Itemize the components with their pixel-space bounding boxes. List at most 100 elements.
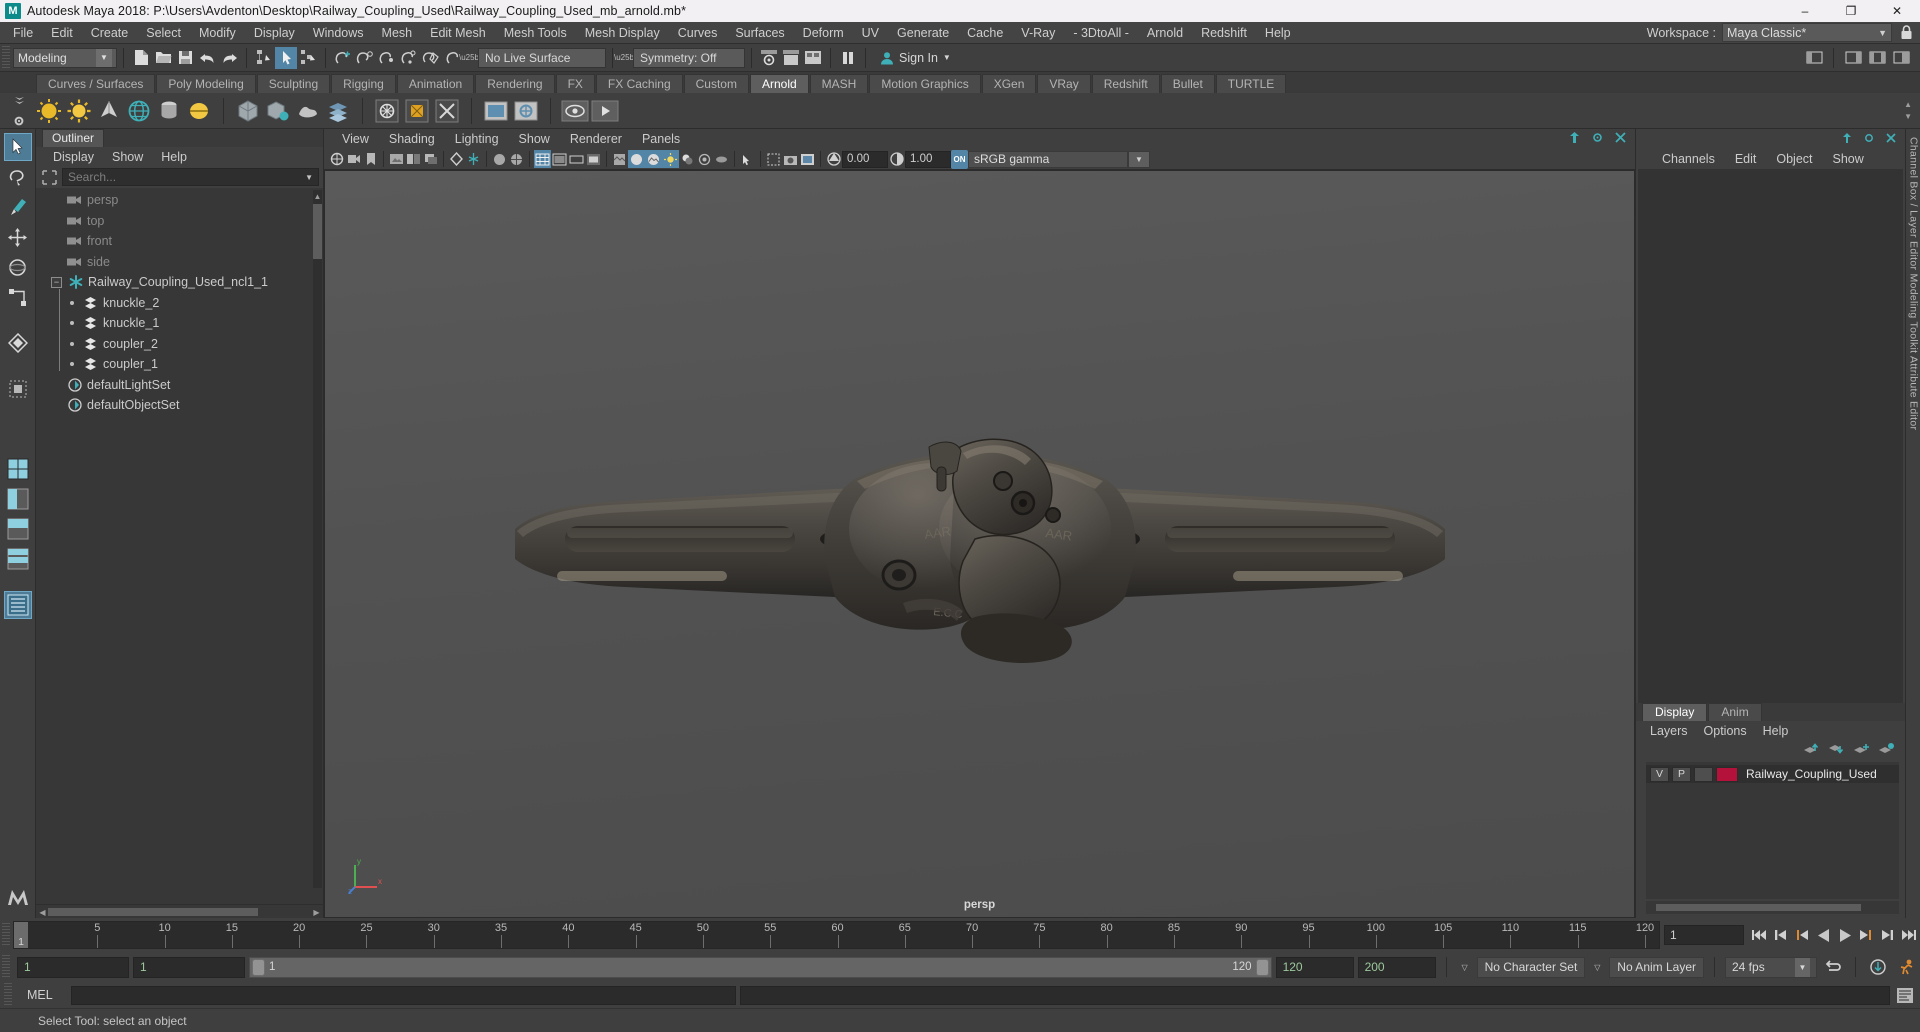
- viewport-menu-renderer[interactable]: Renderer: [560, 131, 632, 147]
- go-to-start-icon[interactable]: [1750, 924, 1771, 946]
- menu-item-mesh-display[interactable]: Mesh Display: [576, 24, 669, 42]
- layer-color-swatch[interactable]: [1716, 766, 1738, 782]
- tab-anim-layers[interactable]: Anim: [1708, 703, 1762, 721]
- gamma-icon[interactable]: [888, 150, 905, 168]
- last-tool-used[interactable]: [4, 329, 32, 357]
- four-pane-layout[interactable]: [4, 545, 32, 573]
- anim-layer-chevron-icon[interactable]: ▽: [1589, 957, 1605, 978]
- toolbar-grip[interactable]: [2, 45, 10, 70]
- toggle-tool-settings-icon[interactable]: [1866, 47, 1888, 69]
- ipr-render-icon[interactable]: [780, 47, 802, 69]
- create-new-layer-icon[interactable]: [1853, 742, 1870, 759]
- rail-labels[interactable]: Channel Box / Layer Editor Modeling Tool…: [1906, 129, 1920, 430]
- move-tool[interactable]: [4, 223, 32, 251]
- minimize-button[interactable]: –: [1782, 0, 1828, 22]
- range-handle-left[interactable]: [252, 958, 265, 976]
- undo-icon[interactable]: [196, 47, 218, 69]
- playback-range-bar[interactable]: 1 120: [249, 956, 1272, 978]
- save-scene-icon[interactable]: [174, 47, 196, 69]
- paint-select-tool[interactable]: [4, 193, 32, 221]
- layer-list-horizontal-scrollbar[interactable]: [1646, 901, 1899, 914]
- ambient-occlusion-icon[interactable]: [696, 150, 713, 168]
- shelf-tab-rendering[interactable]: Rendering: [475, 74, 555, 93]
- gate-mask-icon[interactable]: [585, 150, 602, 168]
- menu-item-help[interactable]: Help: [1256, 24, 1300, 42]
- arnold-standin-variant-icon[interactable]: [263, 96, 293, 126]
- menu-item-edit-mesh[interactable]: Edit Mesh: [421, 24, 495, 42]
- script-editor-icon[interactable]: [1894, 985, 1916, 1005]
- command-line-grip[interactable]: [4, 983, 12, 1007]
- display-layer-list[interactable]: V P Railway_Coupling_Used: [1646, 762, 1899, 899]
- shelf-tab-bullet[interactable]: Bullet: [1160, 74, 1215, 93]
- arnold-play-icon[interactable]: [590, 96, 620, 126]
- toggle-sidebar-icon[interactable]: [1803, 47, 1825, 69]
- live-surface-field[interactable]: No Live Surface: [478, 47, 606, 68]
- create-layer-from-selected-icon[interactable]: [1878, 742, 1895, 759]
- viewport-menu-show[interactable]: Show: [509, 131, 560, 147]
- smooth-shade-icon[interactable]: [491, 150, 508, 168]
- character-set-chevron-icon[interactable]: ▽: [1457, 957, 1473, 978]
- isolate-select-icon[interactable]: [739, 150, 756, 168]
- railway-coupling-model[interactable]: AAR E.C.C AAR: [505, 419, 1455, 669]
- lights-toggle-icon[interactable]: [662, 150, 679, 168]
- shelf-tab-redshift[interactable]: Redshift: [1091, 74, 1160, 93]
- snap-to-projected-center-icon[interactable]: [398, 47, 420, 69]
- step-forward-keyframe-icon[interactable]: [1876, 924, 1897, 946]
- bookmark-icon[interactable]: [362, 150, 379, 168]
- shelf-scroll-down-icon[interactable]: ▼: [1904, 112, 1912, 121]
- snap-to-curve-icon[interactable]: [354, 47, 376, 69]
- play-forwards-icon[interactable]: [1834, 924, 1855, 946]
- playback-speed-select[interactable]: 24 fps ▼: [1725, 956, 1817, 978]
- command-language-label[interactable]: MEL: [19, 988, 67, 1002]
- outliner-menu-display[interactable]: Display: [44, 149, 103, 165]
- scroll-up-icon[interactable]: ▲: [313, 190, 322, 202]
- close-button[interactable]: ✕: [1874, 0, 1920, 22]
- use-default-material-icon[interactable]: [628, 150, 645, 168]
- anim-layer-select[interactable]: No Anim Layer: [1609, 956, 1704, 978]
- shadow-map-icon[interactable]: [679, 150, 696, 168]
- outliner-item-railway-coupling-group[interactable]: − Railway_Coupling_Used_ncl1_1: [36, 272, 323, 293]
- arnold-render-sequence-icon[interactable]: [432, 96, 462, 126]
- shelf-tab-animation[interactable]: Animation: [396, 74, 475, 93]
- move-layer-up-icon[interactable]: [1803, 742, 1820, 759]
- outliner-tree[interactable]: persp top front side − Railway_Coupling_…: [36, 188, 323, 904]
- channelbox-undock-icon[interactable]: [1841, 132, 1853, 147]
- wireframe-on-shaded-icon[interactable]: [508, 150, 525, 168]
- viewport-menu-shading[interactable]: Shading: [379, 131, 445, 147]
- panel-undock-icon[interactable]: [1568, 131, 1581, 147]
- maximize-button[interactable]: ❐: [1828, 0, 1874, 22]
- menu-set-select[interactable]: Modeling ▼: [13, 47, 117, 68]
- play-backwards-icon[interactable]: [1813, 924, 1834, 946]
- arnold-eye-toggle-icon[interactable]: [560, 96, 590, 126]
- symmetry-chevron-icon[interactable]: \u25bc: [614, 48, 638, 68]
- menu-item-deform[interactable]: Deform: [794, 24, 853, 42]
- arnold-area-light-icon[interactable]: [34, 96, 64, 126]
- workspace-select[interactable]: Maya Classic* ▼: [1722, 23, 1892, 42]
- lock-icon[interactable]: [1898, 25, 1914, 41]
- auto-key-icon[interactable]: [1866, 955, 1890, 979]
- time-slider-grip[interactable]: [2, 923, 10, 947]
- snap-to-view-plane-icon[interactable]: [420, 47, 442, 69]
- arnold-open-render-view-icon[interactable]: [481, 96, 511, 126]
- viewport-menu-lighting[interactable]: Lighting: [445, 131, 509, 147]
- arnold-scene-source-icon[interactable]: [323, 96, 353, 126]
- shelf-scroll-up-icon[interactable]: ▲: [1904, 100, 1912, 109]
- scroll-left-icon[interactable]: ◀: [37, 907, 48, 917]
- current-frame-field[interactable]: 1: [1664, 925, 1744, 945]
- outliner-item-knuckle-2[interactable]: knuckle_2: [36, 293, 323, 314]
- 3d-viewport[interactable]: AAR E.C.C AAR: [324, 170, 1635, 918]
- character-set-select[interactable]: No Character Set: [1476, 956, 1586, 978]
- search-input[interactable]: Search... ▼: [62, 168, 319, 186]
- step-back-keyframe-icon[interactable]: [1771, 924, 1792, 946]
- playback-start-field[interactable]: 1: [133, 956, 245, 978]
- menu-item-redshift[interactable]: Redshift: [1192, 24, 1256, 42]
- viewport-menu-view[interactable]: View: [332, 131, 379, 147]
- menu-item-uv[interactable]: UV: [853, 24, 888, 42]
- arnold-volume-icon[interactable]: [293, 96, 323, 126]
- camera-attributes-icon[interactable]: [345, 150, 362, 168]
- select-tool[interactable]: [3, 133, 32, 161]
- outliner-item-coupler-1[interactable]: coupler_1: [36, 354, 323, 375]
- outliner-item-side[interactable]: side: [36, 252, 323, 273]
- menu-item-curves[interactable]: Curves: [669, 24, 727, 42]
- panel-settings-icon[interactable]: [1591, 131, 1604, 147]
